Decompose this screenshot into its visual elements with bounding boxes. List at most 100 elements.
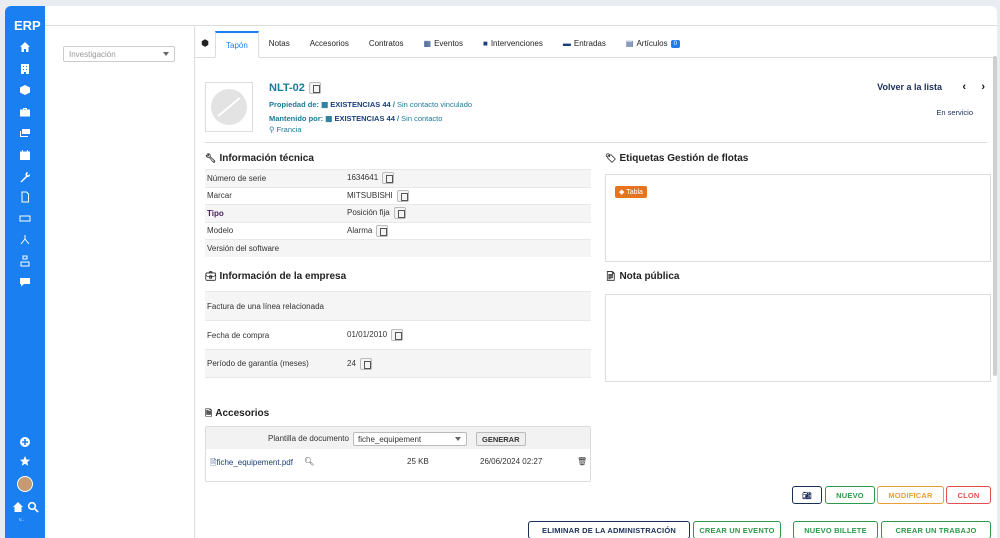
row-key: Modelo bbox=[207, 226, 234, 236]
owner-contact[interactable]: Sin contacto vinculado bbox=[397, 100, 472, 109]
copy-icon[interactable] bbox=[359, 357, 372, 370]
version-label: v.. bbox=[19, 517, 24, 523]
file-icon: 📄︎ bbox=[605, 271, 617, 281]
status-label: En servicio bbox=[936, 108, 973, 117]
chevron-left-icon[interactable]: ‹ bbox=[962, 81, 966, 93]
tab-entradas[interactable]: ▬ Entradas bbox=[553, 30, 616, 57]
tab-product-icon[interactable]: ⬢ bbox=[195, 30, 215, 57]
tab-contratos[interactable]: Contratos bbox=[359, 30, 414, 57]
tech-table: Número de serie 1634641 Marcar MITSUBISHI … bbox=[205, 169, 591, 257]
cube-icon: ⬢ bbox=[201, 38, 209, 48]
box-icon[interactable] bbox=[18, 83, 32, 97]
accessories-panel: Plantilla de documento fiche_equipement … bbox=[205, 426, 591, 482]
row-value: MITSUBISHI bbox=[347, 189, 409, 202]
table-row: Marcar MITSUBISHI bbox=[205, 186, 591, 205]
no-image-icon bbox=[211, 89, 247, 125]
owner-name[interactable]: EXISTENCIAS 44 bbox=[330, 100, 390, 109]
app-window: ERP v.. Investigación ⬢ Tapón Notas Acce… bbox=[5, 6, 997, 538]
product-thumbnail[interactable] bbox=[205, 82, 253, 132]
modify-button[interactable]: MODIFICAR bbox=[877, 486, 944, 504]
new-ticket-button[interactable]: NUEVO BILLETE bbox=[793, 521, 878, 538]
company-table: Factura de una línea relacionada Fecha d… bbox=[205, 291, 591, 378]
tab-label: Intervenciones bbox=[490, 39, 543, 48]
maintainer-line: Mantenido por: ▦ EXISTENCIAS 44 / Sin co… bbox=[269, 114, 442, 123]
template-label: Plantilla de documento bbox=[268, 434, 349, 443]
briefcase-icon: 💼︎ bbox=[205, 271, 217, 281]
copy-icon[interactable] bbox=[308, 82, 321, 95]
tab-label: Notas bbox=[268, 39, 290, 48]
tab-tapon[interactable]: Tapón bbox=[215, 31, 259, 58]
maint-contact[interactable]: Sin contacto bbox=[401, 114, 442, 123]
sitemap-icon[interactable] bbox=[18, 233, 32, 247]
tab-notas[interactable]: Notas bbox=[259, 30, 300, 57]
delete-admin-button[interactable]: ELIMINAR DE LA ADMINISTRACIÓN bbox=[528, 521, 690, 538]
file-icon[interactable] bbox=[18, 190, 32, 204]
tab-eventos[interactable]: ▦ Eventos bbox=[414, 30, 473, 57]
tags-section-title: 🏷︎ Etiquetas Gestión de flotas bbox=[605, 153, 748, 164]
row-value-text: Posición fija bbox=[347, 208, 390, 218]
tab-label: Contratos bbox=[368, 39, 404, 48]
row-value: Posición fija bbox=[347, 207, 406, 220]
file-date: 26/06/2024 02:27 bbox=[480, 457, 543, 466]
file-link[interactable]: 🗎︎fiche_equipement.pdf bbox=[210, 457, 293, 471]
tag-badge[interactable]: ◆ Tabla bbox=[615, 186, 647, 198]
layers-icon[interactable] bbox=[18, 126, 32, 140]
create-event-button[interactable]: CREAR UN EVENTO bbox=[693, 521, 781, 538]
scrollbar[interactable] bbox=[993, 56, 997, 376]
note-title-text: Nota pública bbox=[619, 271, 680, 282]
tab-articulos[interactable]: ▤ Artículos 0 bbox=[616, 30, 690, 57]
chevron-right-icon[interactable]: › bbox=[981, 81, 985, 93]
owner-separator: / bbox=[392, 100, 395, 109]
row-key: Tipo bbox=[207, 208, 224, 218]
briefcase-icon[interactable] bbox=[18, 105, 32, 119]
row-value: 1634641 bbox=[347, 172, 395, 185]
company-title-text: Información de la empresa bbox=[219, 271, 347, 282]
star-icon[interactable] bbox=[18, 454, 32, 468]
country-line: ⚲ Francia bbox=[269, 125, 302, 134]
row-key: Fecha de compra bbox=[207, 330, 270, 340]
camera-button[interactable]: 📷︎ bbox=[792, 486, 822, 504]
wrench-icon[interactable] bbox=[18, 170, 32, 184]
home-icon[interactable] bbox=[18, 40, 32, 54]
tab-bar: ⬢ Tapón Notas Accesorios Contratos ▦ Even… bbox=[195, 30, 997, 58]
create-job-button[interactable]: CREAR UN TRABAJO bbox=[881, 521, 991, 538]
row-key: Período de garantía (meses) bbox=[207, 359, 309, 368]
copy-icon[interactable] bbox=[396, 189, 409, 202]
copy-icon[interactable] bbox=[391, 329, 404, 341]
home-small-icon[interactable] bbox=[11, 500, 25, 514]
product-ref: NLT-02 bbox=[269, 82, 321, 95]
product-ref-text: NLT-02 bbox=[269, 82, 305, 94]
generate-button[interactable]: GENERAR bbox=[476, 432, 526, 446]
copy-icon[interactable] bbox=[382, 172, 395, 185]
ticket-icon[interactable] bbox=[18, 211, 32, 225]
public-note-box[interactable] bbox=[605, 294, 991, 382]
row-key: Factura de una línea relacionada bbox=[207, 301, 324, 311]
maint-name[interactable]: EXISTENCIAS 44 bbox=[334, 114, 394, 123]
network-icon[interactable] bbox=[18, 254, 32, 268]
copy-icon[interactable] bbox=[376, 224, 389, 237]
app-logo[interactable]: ERP bbox=[14, 18, 41, 33]
list-icon: ▤ bbox=[625, 39, 634, 48]
calendar-icon[interactable] bbox=[18, 148, 32, 162]
building-icon[interactable] bbox=[18, 62, 32, 76]
search-small-icon[interactable] bbox=[26, 500, 40, 514]
back-to-list-link[interactable]: Volver a la lista bbox=[877, 82, 942, 92]
filter-select-value: Investigación bbox=[69, 50, 116, 59]
chat-icon[interactable] bbox=[18, 275, 32, 289]
preview-icon[interactable]: 🔍︎ bbox=[304, 457, 314, 466]
clone-button[interactable]: CLON bbox=[946, 486, 991, 504]
copy-icon[interactable] bbox=[393, 207, 406, 220]
plus-circle-icon[interactable] bbox=[18, 435, 32, 449]
row-key: Marcar bbox=[207, 191, 232, 201]
new-button[interactable]: NUEVO bbox=[825, 486, 875, 504]
filter-select[interactable]: Investigación bbox=[63, 46, 175, 62]
tab-accesorios[interactable]: Accesorios bbox=[300, 30, 359, 57]
trash-icon[interactable]: 🗑︎ bbox=[577, 457, 587, 466]
template-select[interactable]: fiche_equipement bbox=[353, 432, 467, 446]
avatar[interactable] bbox=[17, 476, 33, 492]
accessories-header: Plantilla de documento fiche_equipement … bbox=[206, 427, 590, 449]
tab-intervenciones[interactable]: ■ Intervenciones bbox=[473, 30, 553, 57]
tab-label: Entradas bbox=[573, 39, 606, 48]
row-value-text: MITSUBISHI bbox=[347, 190, 393, 200]
company-section-title: 💼︎ Información de la empresa bbox=[205, 271, 346, 282]
